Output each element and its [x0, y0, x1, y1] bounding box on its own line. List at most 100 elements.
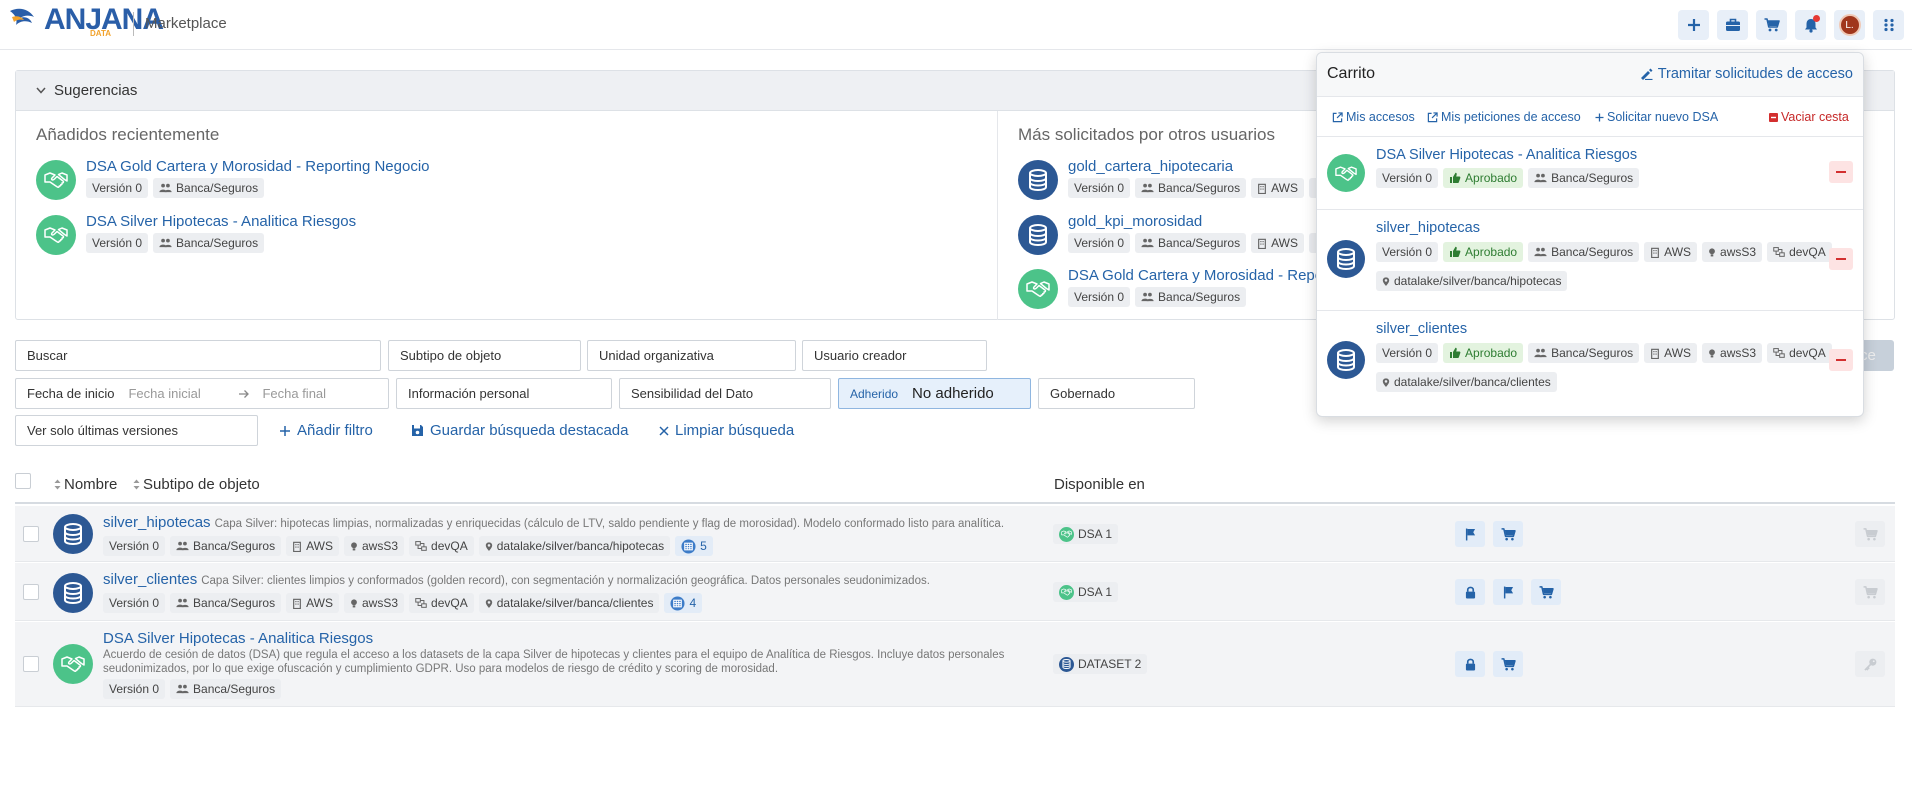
- available-in-tag[interactable]: DSA 1: [1053, 524, 1119, 544]
- process-requests-button[interactable]: Tramitar solicitudes de acceso: [1640, 66, 1853, 82]
- sensitivity-filter[interactable]: Sensibilidad del Dato: [619, 378, 831, 409]
- create-button[interactable]: [1678, 10, 1709, 40]
- clear-search-button[interactable]: Limpiar búsqueda: [659, 422, 794, 439]
- my-access-link[interactable]: Mis accesos: [1332, 110, 1415, 124]
- adhered-filter[interactable]: Adherido No adherido: [838, 378, 1031, 409]
- date-from-input[interactable]: Fecha inicial: [128, 386, 238, 401]
- cart-button[interactable]: [1756, 10, 1787, 40]
- cart-icon: [1501, 528, 1516, 541]
- remove-item-button[interactable]: [1829, 349, 1853, 371]
- building-icon: [292, 598, 302, 609]
- users-icon: [176, 684, 189, 694]
- database-icon: [1327, 341, 1365, 379]
- popular-item-name[interactable]: DSA Gold Cartera y Morosidad - Repo: [1068, 267, 1323, 284]
- cart-title: Carrito: [1327, 65, 1376, 82]
- workspace-button[interactable]: [1717, 10, 1748, 40]
- add-to-cart-button[interactable]: [1493, 651, 1523, 677]
- status-badge: Aprobado: [1443, 343, 1524, 363]
- row-checkbox[interactable]: [23, 656, 39, 672]
- latest-versions-filter[interactable]: Ver solo últimas versiones: [15, 415, 258, 446]
- header-divider: [133, 12, 134, 36]
- cart-item: silver_hipotecas Versión 0 Aprobado Banc…: [1317, 210, 1863, 311]
- date-to-input[interactable]: Fecha final: [262, 386, 326, 401]
- handshake-icon: [1059, 584, 1074, 600]
- date-label: Fecha de inicio: [27, 386, 115, 401]
- row-cart-action[interactable]: [1855, 521, 1885, 547]
- cart-links: Mis accesos Mis peticiones de acceso Sol…: [1317, 97, 1863, 137]
- empty-cart-link[interactable]: Vaciar cesta: [1769, 110, 1849, 124]
- row-cart-action[interactable]: [1855, 579, 1885, 605]
- personal-info-filter[interactable]: Información personal: [396, 378, 612, 409]
- plus-icon: [1687, 19, 1700, 31]
- bulb-icon: [350, 541, 358, 552]
- lock-button[interactable]: [1455, 651, 1485, 677]
- popular-title: Más solicitados por otros usuarios: [1018, 125, 1276, 144]
- external-link-icon: [1427, 112, 1438, 123]
- version-tag: Versión 0: [103, 679, 166, 699]
- available-in-tag[interactable]: DSA 1: [1053, 582, 1119, 602]
- logo-subtext: DATA: [90, 29, 112, 38]
- select-all-checkbox[interactable]: [15, 473, 31, 489]
- remove-item-button[interactable]: [1829, 248, 1853, 270]
- user-menu-button[interactable]: L.: [1834, 10, 1865, 40]
- popular-item-name[interactable]: gold_cartera_hipotecaria: [1068, 158, 1233, 175]
- flag-button[interactable]: [1493, 579, 1523, 605]
- table-header: Nombre Subtipo de objeto Disponible en: [15, 468, 1895, 504]
- governed-filter[interactable]: Gobernado: [1038, 378, 1195, 409]
- popular-item-name[interactable]: gold_kpi_morosidad: [1068, 213, 1202, 230]
- creator-filter[interactable]: Usuario creador: [802, 340, 987, 371]
- env-tag: devQA: [1767, 242, 1832, 262]
- row-name[interactable]: silver_hipotecas Capa Silver: hipotecas l…: [103, 514, 1004, 531]
- store-tag: awsS3: [1702, 242, 1763, 262]
- notifications-button[interactable]: [1795, 10, 1826, 40]
- save-search-button[interactable]: Guardar búsqueda destacada: [411, 422, 628, 439]
- cart-item: DSA Silver Hipotecas - Analitica Riesgos…: [1317, 137, 1863, 210]
- cart-icon: [1863, 586, 1878, 599]
- lock-icon: [1465, 658, 1476, 671]
- search-input[interactable]: Buscar: [15, 340, 381, 371]
- request-new-dsa-link[interactable]: Solicitar nuevo DSA: [1595, 110, 1718, 124]
- users-icon: [159, 238, 172, 248]
- add-to-cart-button[interactable]: [1531, 579, 1561, 605]
- table-row[interactable]: silver_hipotecas Capa Silver: hipotecas l…: [15, 506, 1895, 562]
- recent-item-name[interactable]: DSA Gold Cartera y Morosidad - Reporting…: [86, 158, 430, 175]
- cloud-tag: AWS: [1644, 242, 1698, 262]
- subtype-filter[interactable]: Subtipo de objeto: [388, 340, 581, 371]
- name-column-header[interactable]: Nombre: [54, 476, 117, 493]
- available-in-tag[interactable]: DATASET 2: [1053, 654, 1148, 674]
- flag-button[interactable]: [1455, 521, 1485, 547]
- cart-header: Carrito Tramitar solicitudes de acceso: [1317, 53, 1863, 97]
- date-range-filter[interactable]: Fecha de inicio Fecha inicial Fecha fina…: [15, 378, 389, 409]
- apps-button[interactable]: [1873, 10, 1904, 40]
- close-icon: [659, 425, 669, 436]
- building-icon: [1650, 247, 1660, 258]
- org-unit-filter[interactable]: Unidad organizativa: [587, 340, 796, 371]
- table-row[interactable]: DSA Silver Hipotecas - Analitica Riesgos…: [15, 622, 1895, 707]
- database-icon: [53, 514, 93, 554]
- cart-dropdown: Carrito Tramitar solicitudes de acceso M…: [1316, 52, 1864, 417]
- version-tag: Versión 0: [1376, 242, 1439, 262]
- table-row[interactable]: silver_clientes Capa Silver: clientes lim…: [15, 563, 1895, 621]
- add-to-cart-button[interactable]: [1493, 521, 1523, 547]
- my-requests-link[interactable]: Mis peticiones de acceso: [1427, 110, 1581, 124]
- row-checkbox[interactable]: [23, 584, 39, 600]
- add-filter-button[interactable]: Añadir filtro: [279, 422, 373, 439]
- row-name[interactable]: DSA Silver Hipotecas - Analitica Riesgos: [103, 630, 373, 647]
- lock-button[interactable]: [1455, 579, 1485, 605]
- database-icon: [1059, 656, 1074, 672]
- minus-icon: [1836, 171, 1846, 173]
- cart-item-name[interactable]: silver_hipotecas: [1376, 220, 1480, 236]
- cart-item-name[interactable]: DSA Silver Hipotecas - Analitica Riesgos: [1376, 147, 1637, 163]
- app-logo[interactable]: ANJANA: [8, 5, 164, 35]
- handshake-icon: [1018, 269, 1058, 309]
- subtype-column-header[interactable]: Subtipo de objeto: [133, 476, 260, 493]
- row-name[interactable]: silver_clientes Capa Silver: clientes lim…: [103, 571, 930, 588]
- cart-item-name[interactable]: silver_clientes: [1376, 321, 1467, 337]
- recent-item-name[interactable]: DSA Silver Hipotecas - Analitica Riesgos: [86, 213, 356, 230]
- request-key-button[interactable]: [1855, 651, 1885, 677]
- row-checkbox[interactable]: [23, 526, 39, 542]
- pin-icon: [485, 598, 493, 609]
- cloud-tag: AWS: [1644, 343, 1698, 363]
- thumbs-up-icon: [1449, 172, 1461, 184]
- remove-item-button[interactable]: [1829, 161, 1853, 183]
